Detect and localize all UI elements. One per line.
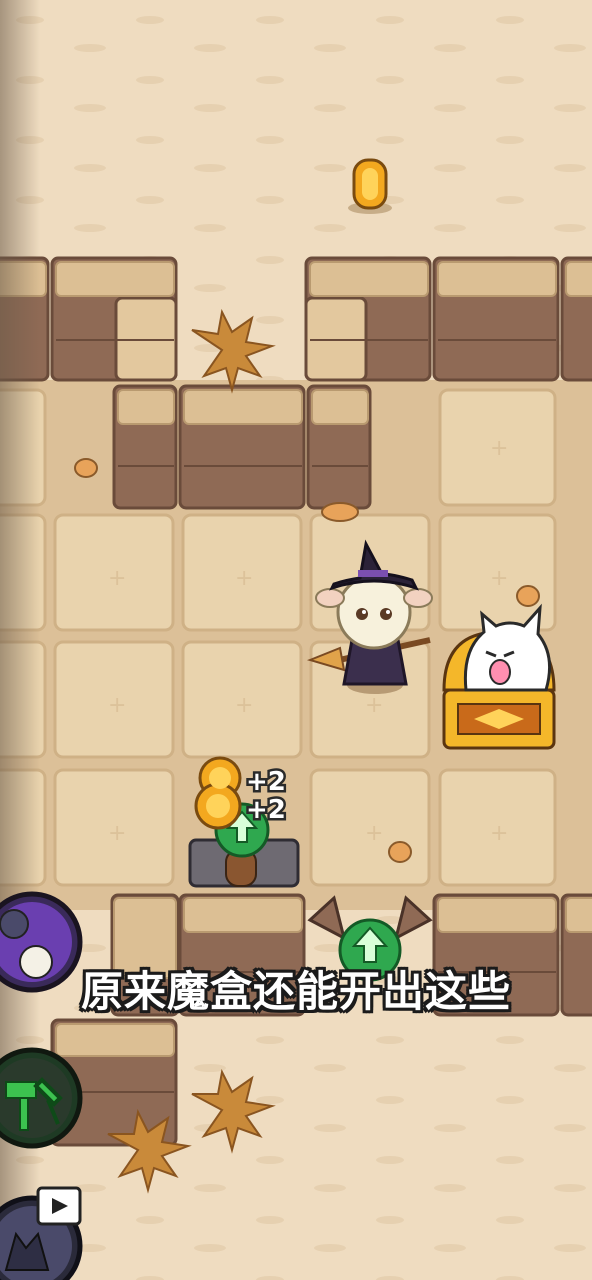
svg-text:+: + — [490, 821, 508, 846]
svg-text:+: + — [235, 566, 253, 591]
game-scene: + + + + + + + + + + +2 +2 原来魔盒还能开出这些 — [0, 0, 592, 1280]
reward-popup-1: +2 — [246, 767, 286, 797]
svg-text:+: + — [108, 821, 126, 846]
svg-text:+: + — [235, 693, 253, 718]
svg-text:+: + — [490, 436, 508, 461]
wolf-video-ad-icon[interactable] — [0, 1186, 83, 1280]
svg-text:+: + — [108, 566, 126, 591]
svg-text:+: + — [365, 693, 383, 718]
svg-text:+: + — [108, 693, 126, 718]
svg-text:+: + — [490, 566, 508, 591]
video-subtitle: 原来魔盒还能开出这些 — [80, 967, 511, 1016]
hammer-build-icon[interactable] — [0, 1047, 83, 1149]
svg-text:+: + — [365, 821, 383, 846]
game-board: + + + + + + + + + + +2 +2 — [0, 0, 592, 1280]
coin-reward-stack — [194, 756, 242, 830]
gold-coin-icon[interactable] — [348, 158, 392, 214]
reward-popup-2: +2 — [246, 795, 286, 825]
